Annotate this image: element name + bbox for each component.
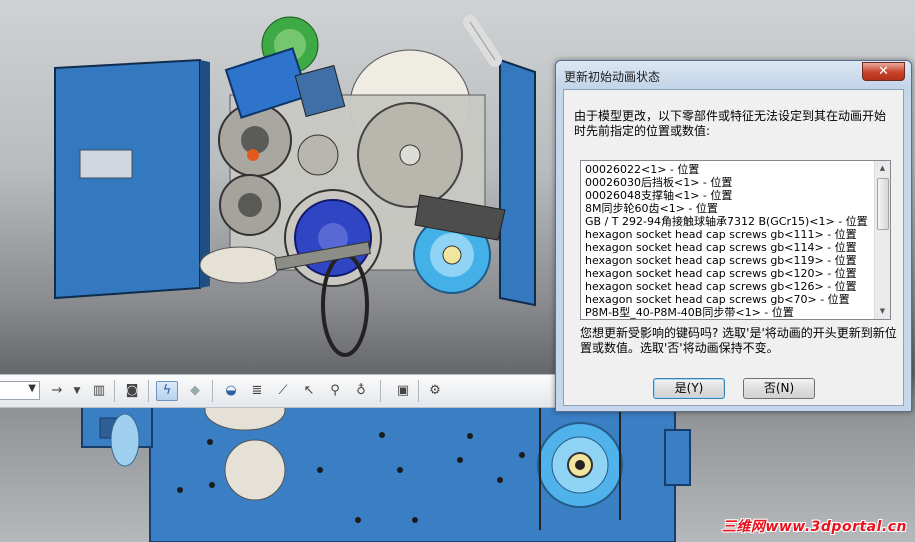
dialog-titlebar[interactable]: 更新初始动画状态 ✕	[556, 61, 911, 89]
cursor-arrow-icon[interactable]: ↖	[298, 381, 320, 401]
gravity-icon[interactable]: ◆	[184, 381, 206, 401]
dialog-body: 由于模型更改，以下零部件或特征无法设定到其在动画开始时先前指定的位置或数值: 0…	[563, 89, 904, 406]
dialog-question: 您想更新受影响的键码吗? 选取'是'将动画的开头更新到新位置或数值。选取'否'将…	[580, 326, 897, 355]
list-item[interactable]: hexagon socket head cap screws gb<119> -…	[585, 254, 875, 267]
force-icon[interactable]: ⚲	[324, 381, 346, 401]
mate-icon[interactable]: ♁	[350, 381, 372, 401]
yes-button[interactable]: 是(Y)	[653, 378, 725, 399]
forward-arrow-icon[interactable]: →	[46, 381, 68, 401]
motor-lightning-icon[interactable]: ϟ	[156, 381, 178, 401]
toolbar-separator	[380, 380, 381, 402]
list-item[interactable]: hexagon socket head cap screws gb<111> -…	[585, 228, 875, 241]
scroll-up-icon[interactable]: ▲	[875, 161, 890, 176]
damper-icon[interactable]: ⟋	[272, 381, 294, 401]
toolbar-separator	[212, 380, 213, 402]
list-item[interactable]: hexagon socket head cap screws gb<126> -…	[585, 280, 875, 293]
list-item[interactable]: 00026048支撑轴<1> - 位置	[585, 189, 875, 202]
site-watermark: 三维网www.3dportal.cn	[721, 519, 907, 535]
scroll-down-icon[interactable]: ▼	[875, 304, 890, 319]
list-scrollbar[interactable]: ▲ ▼	[874, 161, 890, 319]
dropdown-small-icon[interactable]: ▼	[66, 381, 88, 401]
list-item[interactable]: hexagon socket head cap screws gb<70> - …	[585, 293, 875, 306]
list-item[interactable]: 00026030后挡板<1> - 位置	[585, 176, 875, 189]
scroll-thumb[interactable]	[877, 178, 889, 230]
component-list-icon[interactable]: ▥	[88, 381, 110, 401]
close-button[interactable]: ✕	[862, 62, 905, 81]
save-results-icon[interactable]: ▣	[392, 381, 414, 401]
dialog-message: 由于模型更改，以下零部件或特征无法设定到其在动画开始时先前指定的位置或数值:	[574, 109, 887, 138]
list-item[interactable]: 00026022<1> - 位置	[585, 163, 875, 176]
dialog-title: 更新初始动画状态	[564, 70, 661, 84]
list-item[interactable]: hexagon socket head cap screws gb<114> -…	[585, 241, 875, 254]
camera-icon[interactable]: ◙	[121, 381, 143, 401]
motion-toolbar: ▼ → ▼ ▥ ◙ ϟ ◆ ◒ ≣ ⟋ ↖ ⚲ ♁ ▣ ⚙	[0, 374, 555, 408]
affected-items-list[interactable]: 00026022<1> - 位置 00026030后挡板<1> - 位置 00026…	[580, 160, 891, 320]
list-item[interactable]: GB / T 292-94角接触球轴承7312 B(GCr15)<1> - 位置	[585, 215, 875, 228]
list-item[interactable]: 8M同步轮60齿<1> - 位置	[585, 202, 875, 215]
dropdown-arrow-icon[interactable]: ▼	[28, 383, 36, 394]
list-item[interactable]: hexagon socket head cap screws gb<120> -…	[585, 267, 875, 280]
contact-icon[interactable]: ≣	[246, 381, 268, 401]
list-item[interactable]: P8M-B型_40-P8M-40B同步带<1> - 位置	[585, 306, 875, 319]
toolbar-separator	[148, 380, 149, 402]
toolbar-separator	[114, 380, 115, 402]
toolbar-separator	[418, 380, 419, 402]
update-animation-dialog: 更新初始动画状态 ✕ 由于模型更改，以下零部件或特征无法设定到其在动画开始时先前…	[555, 60, 912, 412]
spring-icon[interactable]: ◒	[220, 381, 242, 401]
close-icon: ✕	[878, 64, 889, 79]
study-combo[interactable]: ▼	[0, 381, 40, 400]
settings-gear-icon[interactable]: ⚙	[424, 381, 446, 401]
no-button[interactable]: 否(N)	[743, 378, 815, 399]
